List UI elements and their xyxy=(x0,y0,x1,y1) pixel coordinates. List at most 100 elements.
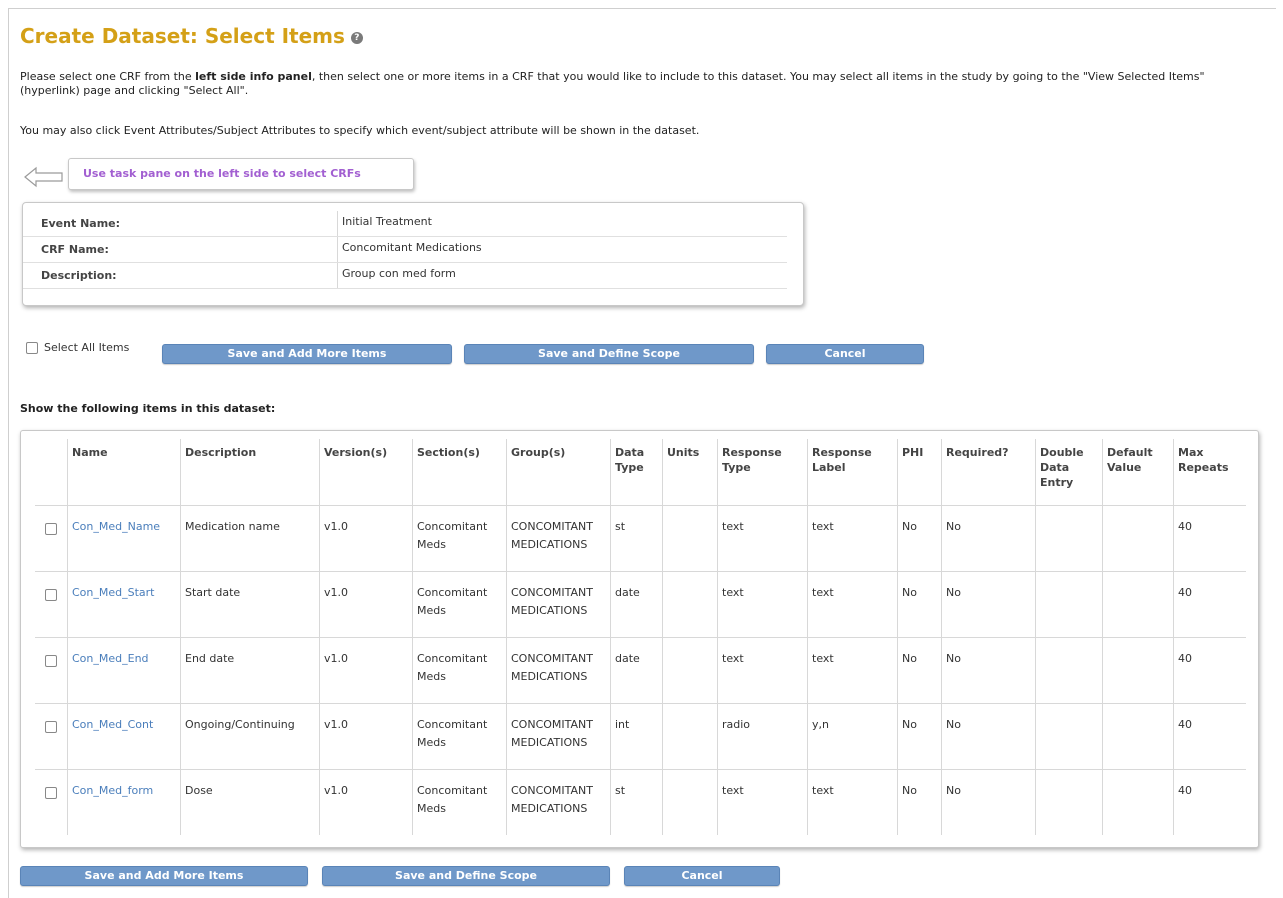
row-select-cell xyxy=(35,637,68,704)
table-row: Con_Med_Name Medication name v1.0 Concom… xyxy=(35,505,1246,572)
response-label-cell: text xyxy=(807,769,898,835)
item-name-cell: Con_Med_Start xyxy=(67,571,181,638)
header-groups: Group(s) xyxy=(506,439,611,506)
phi-cell: No xyxy=(897,769,942,835)
phi-cell: No xyxy=(897,571,942,638)
row-select-cell xyxy=(35,505,68,572)
data-type-cell: date xyxy=(610,637,663,704)
header-units: Units xyxy=(662,439,718,506)
required-cell: No xyxy=(941,571,1036,638)
cancel-button-top[interactable]: Cancel xyxy=(766,344,924,364)
page-title: Create Dataset: Select Items? xyxy=(20,24,363,48)
phi-cell: No xyxy=(897,703,942,770)
max-repeats-cell: 40 xyxy=(1173,637,1246,704)
phi-cell: No xyxy=(897,505,942,572)
section-cell: Concomitant Meds xyxy=(412,769,507,835)
arrow-left-icon xyxy=(24,166,63,188)
cancel-button-bottom[interactable]: Cancel xyxy=(624,866,780,886)
double-data-entry-cell xyxy=(1035,703,1103,770)
double-data-entry-cell xyxy=(1035,637,1103,704)
header-response-type: Response Type xyxy=(717,439,808,506)
data-type-cell: st xyxy=(610,505,663,572)
row-select-cell xyxy=(35,703,68,770)
description-cell: Start date xyxy=(180,571,320,638)
section-cell: Concomitant Meds xyxy=(412,637,507,704)
group-cell: CONCOMITANT MEDICATIONS xyxy=(506,637,611,704)
save-add-more-button-bottom[interactable]: Save and Add More Items xyxy=(20,866,308,886)
group-cell: CONCOMITANT MEDICATIONS xyxy=(506,703,611,770)
crf-info-panel: Event Name: Initial Treatment CRF Name: Co… xyxy=(22,202,804,306)
row-checkbox[interactable] xyxy=(45,655,57,667)
version-cell: v1.0 xyxy=(319,637,413,704)
response-type-cell: text xyxy=(717,769,808,835)
item-name-link[interactable]: Con_Med_form xyxy=(72,784,153,797)
item-name-link[interactable]: Con_Med_Cont xyxy=(72,718,153,731)
description-cell: Medication name xyxy=(180,505,320,572)
row-select-cell xyxy=(35,571,68,638)
row-checkbox[interactable] xyxy=(45,589,57,601)
double-data-entry-cell xyxy=(1035,505,1103,572)
header-double-data-entry: Double Data Entry xyxy=(1035,439,1103,506)
table-row: Con_Med_Cont Ongoing/Continuing v1.0 Con… xyxy=(35,703,1246,770)
response-type-cell: radio xyxy=(717,703,808,770)
row-checkbox[interactable] xyxy=(45,523,57,535)
help-icon[interactable]: ? xyxy=(350,31,363,44)
select-all-checkbox[interactable] xyxy=(26,342,38,354)
response-label-cell: text xyxy=(807,637,898,704)
response-type-cell: text xyxy=(717,571,808,638)
header-name: Name xyxy=(67,439,181,506)
version-cell: v1.0 xyxy=(319,769,413,835)
row-checkbox[interactable] xyxy=(45,787,57,799)
version-cell: v1.0 xyxy=(319,571,413,638)
required-cell: No xyxy=(941,769,1036,835)
description-cell: Ongoing/Continuing xyxy=(180,703,320,770)
save-define-scope-button-top[interactable]: Save and Define Scope xyxy=(464,344,754,364)
default-value-cell xyxy=(1102,637,1174,704)
save-define-scope-button-bottom[interactable]: Save and Define Scope xyxy=(322,866,610,886)
required-cell: No xyxy=(941,637,1036,704)
group-cell: CONCOMITANT MEDICATIONS xyxy=(506,769,611,835)
item-name-link[interactable]: Con_Med_End xyxy=(72,652,149,665)
items-section-title: Show the following items in this dataset… xyxy=(20,402,276,415)
save-add-more-button-top[interactable]: Save and Add More Items xyxy=(162,344,452,364)
phi-cell: No xyxy=(897,637,942,704)
double-data-entry-cell xyxy=(1035,571,1103,638)
response-label-cell: y,n xyxy=(807,703,898,770)
section-cell: Concomitant Meds xyxy=(412,571,507,638)
item-name-link[interactable]: Con_Med_Name xyxy=(72,520,160,533)
info-row-event: Event Name: Initial Treatment xyxy=(23,211,787,237)
table-row: Con_Med_Start Start date v1.0 Concomitan… xyxy=(35,571,1246,638)
default-value-cell xyxy=(1102,571,1174,638)
header-versions: Version(s) xyxy=(319,439,413,506)
items-table-panel: Name Description Version(s) Section(s) G… xyxy=(20,430,1259,848)
header-data-type: Data Type xyxy=(610,439,663,506)
max-repeats-cell: 40 xyxy=(1173,505,1246,572)
default-value-cell xyxy=(1102,769,1174,835)
data-type-cell: int xyxy=(610,703,663,770)
double-data-entry-cell xyxy=(1035,769,1103,835)
default-value-cell xyxy=(1102,703,1174,770)
data-type-cell: date xyxy=(610,571,663,638)
task-pane-hint: Use task pane on the left side to select… xyxy=(24,158,414,196)
select-all-items[interactable]: Select All Items xyxy=(26,341,129,354)
required-cell: No xyxy=(941,505,1036,572)
version-cell: v1.0 xyxy=(319,505,413,572)
item-name-cell: Con_Med_Cont xyxy=(67,703,181,770)
group-cell: CONCOMITANT MEDICATIONS xyxy=(506,505,611,572)
item-name-link[interactable]: Con_Med_Start xyxy=(72,586,155,599)
max-repeats-cell: 40 xyxy=(1173,703,1246,770)
table-header-row: Name Description Version(s) Section(s) G… xyxy=(35,439,1246,506)
items-table: Name Description Version(s) Section(s) G… xyxy=(35,439,1246,835)
row-checkbox[interactable] xyxy=(45,721,57,733)
required-cell: No xyxy=(941,703,1036,770)
units-cell xyxy=(662,505,718,572)
intro-text-2: You may also click Event Attributes/Subj… xyxy=(20,124,700,137)
task-pane-callout: Use task pane on the left side to select… xyxy=(68,158,414,190)
description-cell: Dose xyxy=(180,769,320,835)
units-cell xyxy=(662,637,718,704)
max-repeats-cell: 40 xyxy=(1173,769,1246,835)
item-name-cell: Con_Med_form xyxy=(67,769,181,835)
info-row-description: Description: Group con med form xyxy=(23,263,787,289)
header-response-label: Response Label xyxy=(807,439,898,506)
item-name-cell: Con_Med_Name xyxy=(67,505,181,572)
